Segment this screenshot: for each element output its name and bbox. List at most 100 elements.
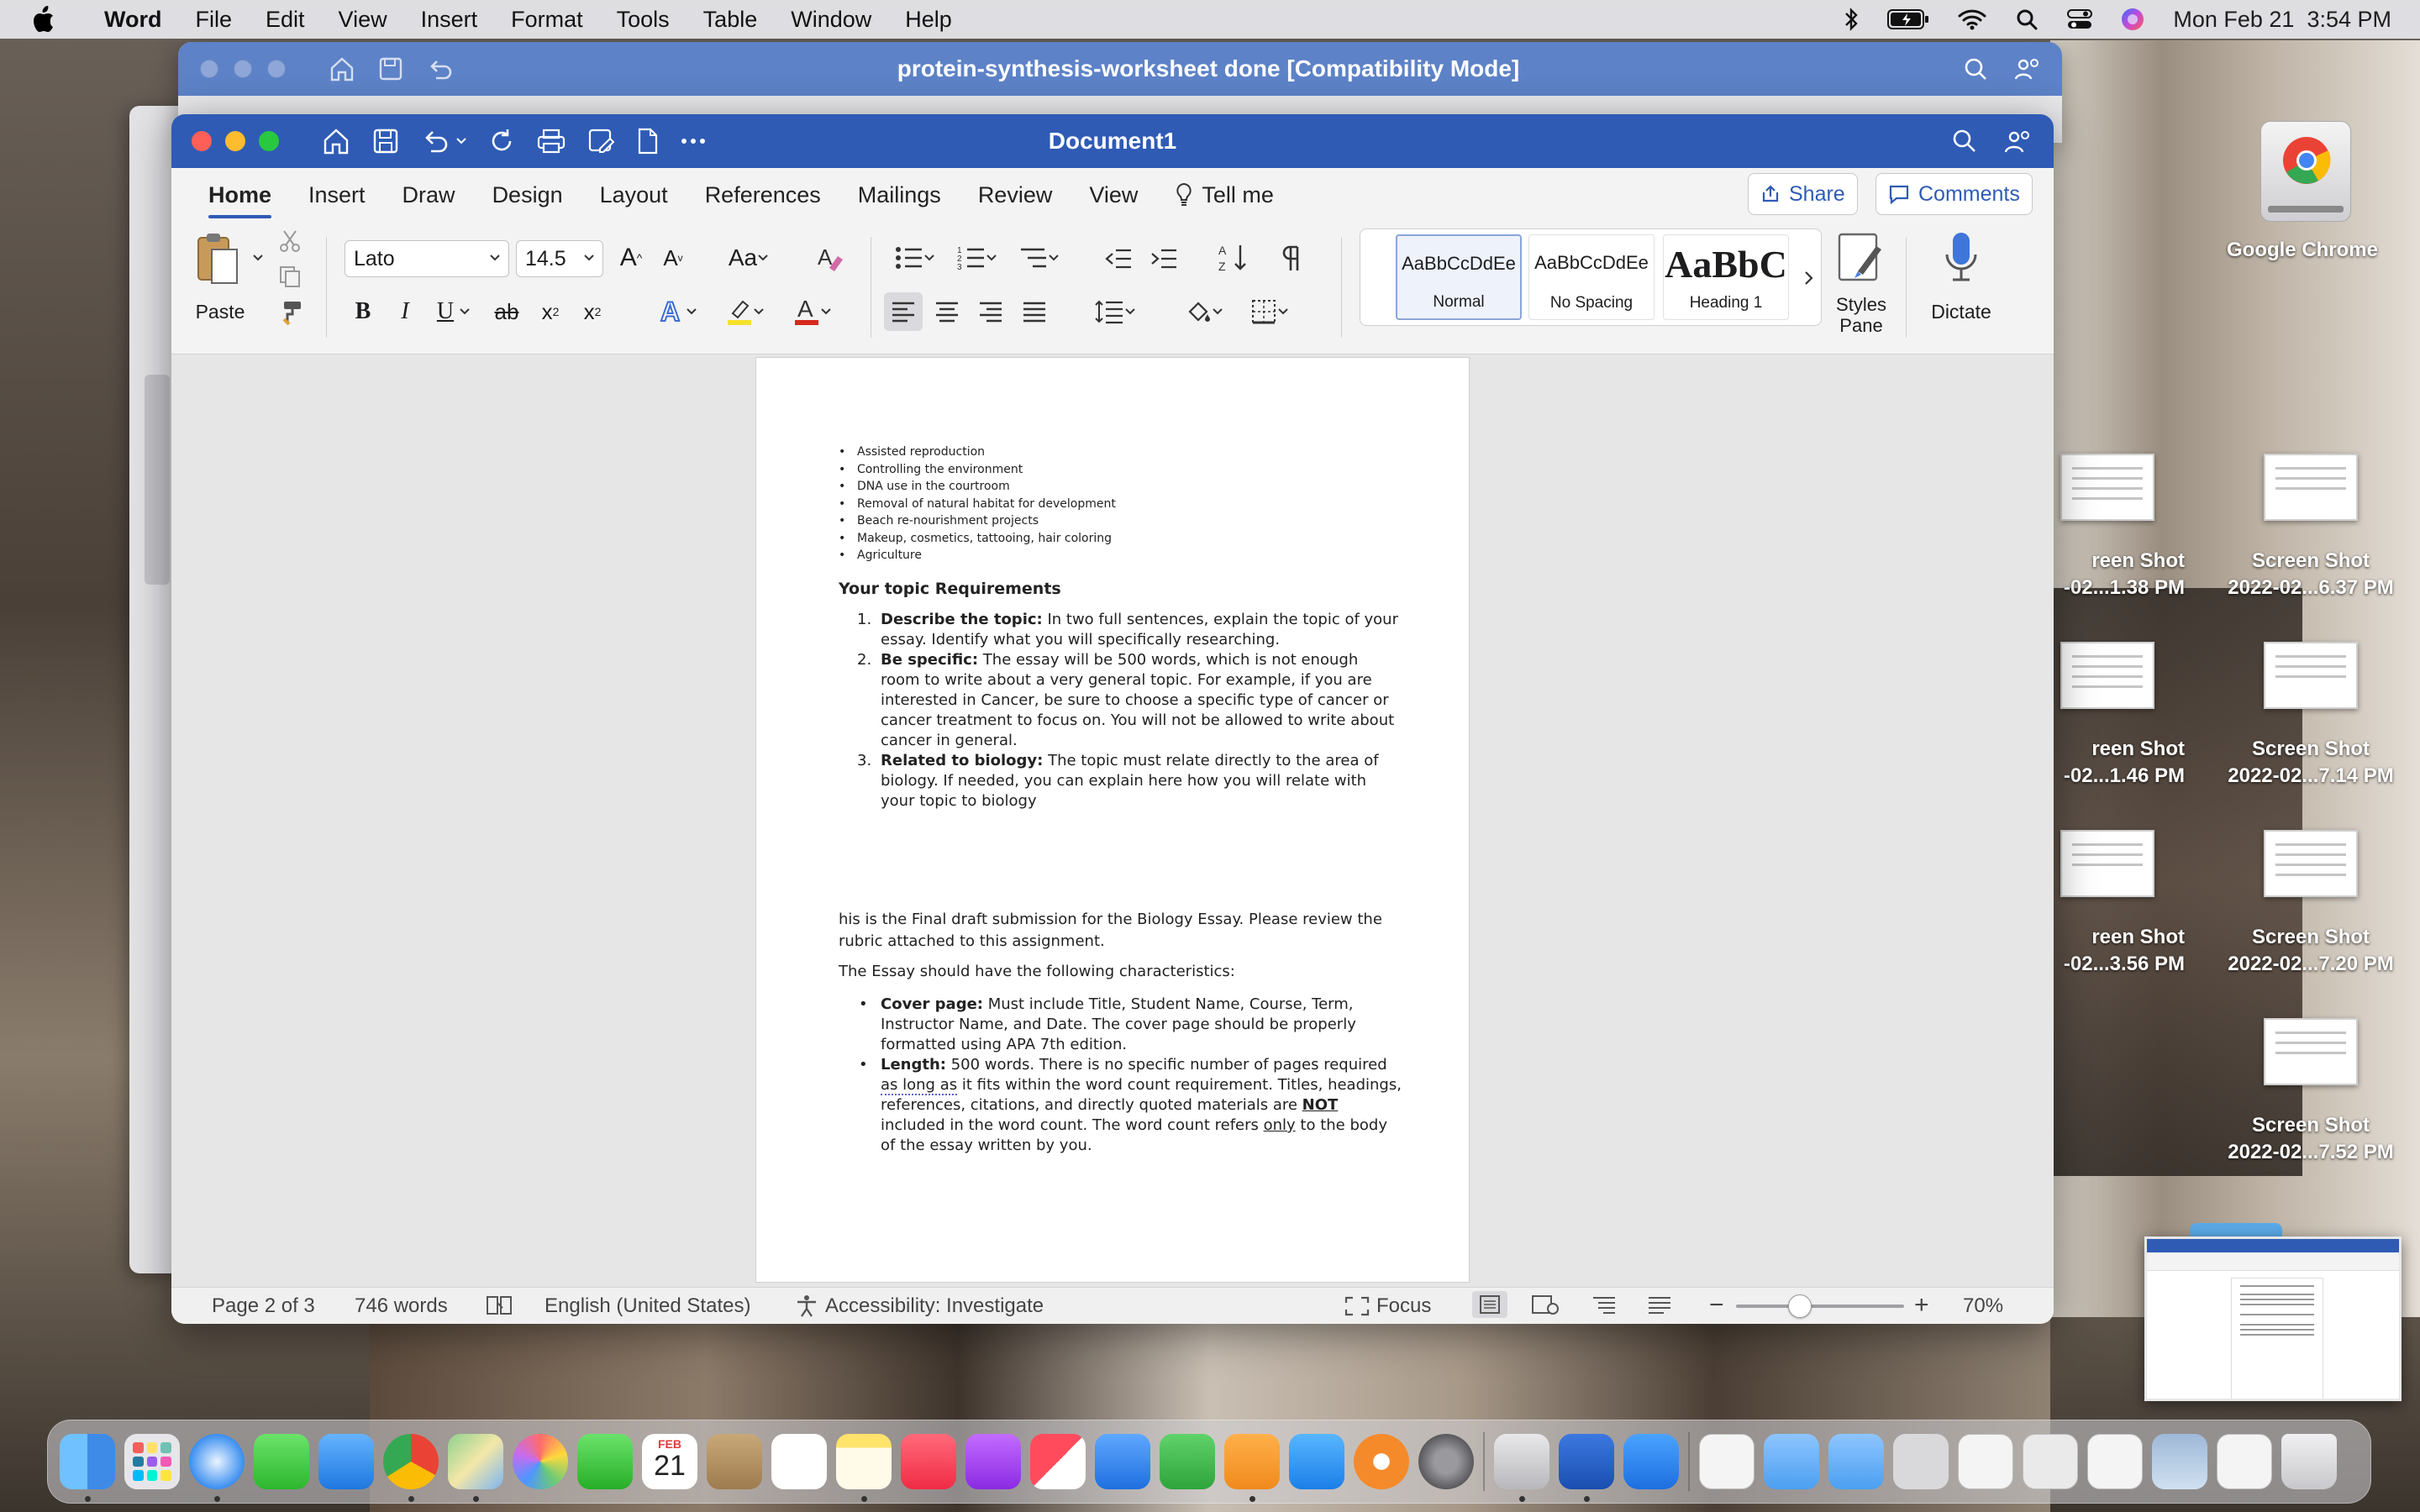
- dock-contacts[interactable]: [707, 1434, 762, 1489]
- redo-icon[interactable]: [487, 127, 516, 155]
- dock-mail[interactable]: [318, 1434, 374, 1489]
- accessibility-status[interactable]: Accessibility: Investigate: [795, 1294, 1044, 1318]
- print-icon[interactable]: [536, 127, 566, 155]
- justify-button[interactable]: [1015, 292, 1054, 331]
- more-options-icon[interactable]: [681, 137, 706, 145]
- line-spacing-button[interactable]: [1087, 292, 1143, 331]
- menu-help[interactable]: Help: [888, 7, 969, 33]
- dock-keynote[interactable]: [1095, 1434, 1150, 1489]
- italic-button[interactable]: I: [388, 292, 422, 331]
- increase-indent-icon[interactable]: [1150, 247, 1178, 270]
- highlight-color-button[interactable]: [718, 292, 773, 331]
- bold-button[interactable]: B: [346, 292, 380, 331]
- comments-button[interactable]: Comments: [1876, 173, 2033, 215]
- dock-facetime[interactable]: [577, 1434, 633, 1489]
- dock-launchpad[interactable]: [124, 1434, 180, 1489]
- proofing-status[interactable]: [486, 1294, 513, 1316]
- save-icon[interactable]: [371, 127, 400, 155]
- screenshot-thumbnail[interactable]: [2264, 642, 2358, 709]
- dictate-button[interactable]: [1928, 223, 1995, 291]
- menubar-clock[interactable]: Mon Feb 21 3:54 PM: [2173, 7, 2391, 33]
- dock-numbers[interactable]: [1160, 1434, 1215, 1489]
- decrease-indent-icon[interactable]: [1104, 247, 1133, 270]
- dock-recent-item[interactable]: [1958, 1434, 2013, 1489]
- decrease-font-size-button[interactable]: Av: [654, 239, 692, 277]
- tab-draw[interactable]: Draw: [384, 182, 474, 218]
- background-window-controls[interactable]: [178, 60, 286, 78]
- style-heading-1[interactable]: AaBbC Heading 1: [1663, 234, 1789, 320]
- dock-podcasts[interactable]: [965, 1434, 1021, 1489]
- menu-edit[interactable]: Edit: [249, 7, 322, 33]
- tab-design[interactable]: Design: [474, 182, 581, 218]
- dock-folder[interactable]: [1828, 1434, 1884, 1489]
- language-status[interactable]: English (United States): [544, 1294, 750, 1318]
- maximize-window-button[interactable]: [259, 131, 279, 151]
- menu-app-name[interactable]: Word: [87, 7, 179, 33]
- apple-menu[interactable]: [0, 6, 87, 33]
- outline-view-button[interactable]: [1591, 1294, 1617, 1315]
- tab-home[interactable]: Home: [190, 182, 290, 218]
- menu-view[interactable]: View: [322, 7, 404, 33]
- dock-recent-item[interactable]: [2217, 1434, 2272, 1489]
- screenshot-thumbnail[interactable]: [2264, 1018, 2358, 1085]
- dock-system-preferences[interactable]: [1418, 1434, 1474, 1489]
- grammar-flag[interactable]: as long as: [881, 1076, 958, 1095]
- cut-icon[interactable]: [277, 228, 302, 254]
- format-painter-icon[interactable]: [277, 299, 304, 326]
- style-no-spacing[interactable]: AaBbCcDdEe No Spacing: [1528, 234, 1655, 320]
- battery-icon[interactable]: [1887, 8, 1929, 30]
- dock-app-store[interactable]: [1289, 1434, 1344, 1489]
- menu-file[interactable]: File: [179, 7, 250, 33]
- minimize-window-button[interactable]: [225, 131, 245, 151]
- zoom-slider-track[interactable]: [1736, 1305, 1904, 1308]
- bullets-button[interactable]: [887, 239, 943, 277]
- zoom-slider-handle[interactable]: [1788, 1294, 1812, 1318]
- font-name-select[interactable]: Lato: [345, 240, 509, 277]
- word-titlebar[interactable]: Document1: [171, 114, 2054, 168]
- paragraph-marks-icon[interactable]: [1281, 244, 1304, 272]
- siri-icon[interactable]: [2121, 8, 2144, 31]
- menu-format[interactable]: Format: [494, 7, 600, 33]
- dock-news[interactable]: [1030, 1434, 1086, 1489]
- share-button[interactable]: Share: [1748, 173, 1858, 215]
- font-size-select[interactable]: 14.5: [516, 240, 603, 277]
- menu-window[interactable]: Window: [774, 7, 888, 33]
- dock-photos[interactable]: [513, 1434, 568, 1489]
- dock-recent-item[interactable]: [2152, 1434, 2207, 1489]
- zoom-out-button[interactable]: −: [1709, 1293, 1724, 1318]
- dock-calendar[interactable]: FEB 21: [642, 1434, 697, 1489]
- document-canvas[interactable]: Assisted reproduction Controlling the en…: [171, 354, 2054, 1287]
- menu-table[interactable]: Table: [687, 7, 775, 33]
- print-layout-view-button[interactable]: [1472, 1291, 1507, 1318]
- save-as-icon[interactable]: [587, 127, 615, 155]
- dock-google-chrome[interactable]: [383, 1434, 439, 1502]
- sort-icon[interactable]: AZ: [1218, 242, 1249, 274]
- style-normal[interactable]: AaBbCcDdEe Normal: [1396, 234, 1522, 320]
- underline-button[interactable]: U: [429, 292, 479, 331]
- dock-notes[interactable]: [836, 1434, 892, 1502]
- dock-preview[interactable]: [1494, 1434, 1549, 1502]
- dock-zoom[interactable]: [1623, 1434, 1679, 1489]
- background-window-titlebar[interactable]: protein-synthesis-worksheet done [Compat…: [178, 42, 2062, 96]
- paste-button[interactable]: [192, 225, 245, 292]
- chevron-down-icon[interactable]: [252, 254, 264, 262]
- numbering-button[interactable]: 123: [950, 239, 1005, 277]
- dock-applications-folder[interactable]: [1764, 1434, 1819, 1489]
- screenshot-thumbnail[interactable]: [2060, 830, 2154, 897]
- wifi-icon[interactable]: [1958, 8, 1986, 30]
- chevron-right-icon[interactable]: [1802, 270, 1816, 286]
- screenshot-preview-thumbnail[interactable]: [2144, 1236, 2402, 1401]
- tab-references[interactable]: References: [687, 182, 839, 218]
- dock-blender[interactable]: [1354, 1434, 1409, 1489]
- undo-button[interactable]: [420, 127, 467, 155]
- document-page[interactable]: Assisted reproduction Controlling the en…: [756, 358, 1469, 1282]
- home-icon[interactable]: [321, 126, 351, 156]
- subscript-button[interactable]: x2: [531, 292, 570, 331]
- dock-microsoft-word[interactable]: [1559, 1434, 1614, 1502]
- screenshot-thumbnail[interactable]: [2060, 454, 2154, 521]
- dock-finder[interactable]: [60, 1434, 115, 1502]
- close-window-button[interactable]: [192, 131, 212, 151]
- text-effects-button[interactable]: A: [650, 292, 706, 331]
- dock-messages[interactable]: [254, 1434, 309, 1489]
- dock-reminders[interactable]: [771, 1434, 827, 1489]
